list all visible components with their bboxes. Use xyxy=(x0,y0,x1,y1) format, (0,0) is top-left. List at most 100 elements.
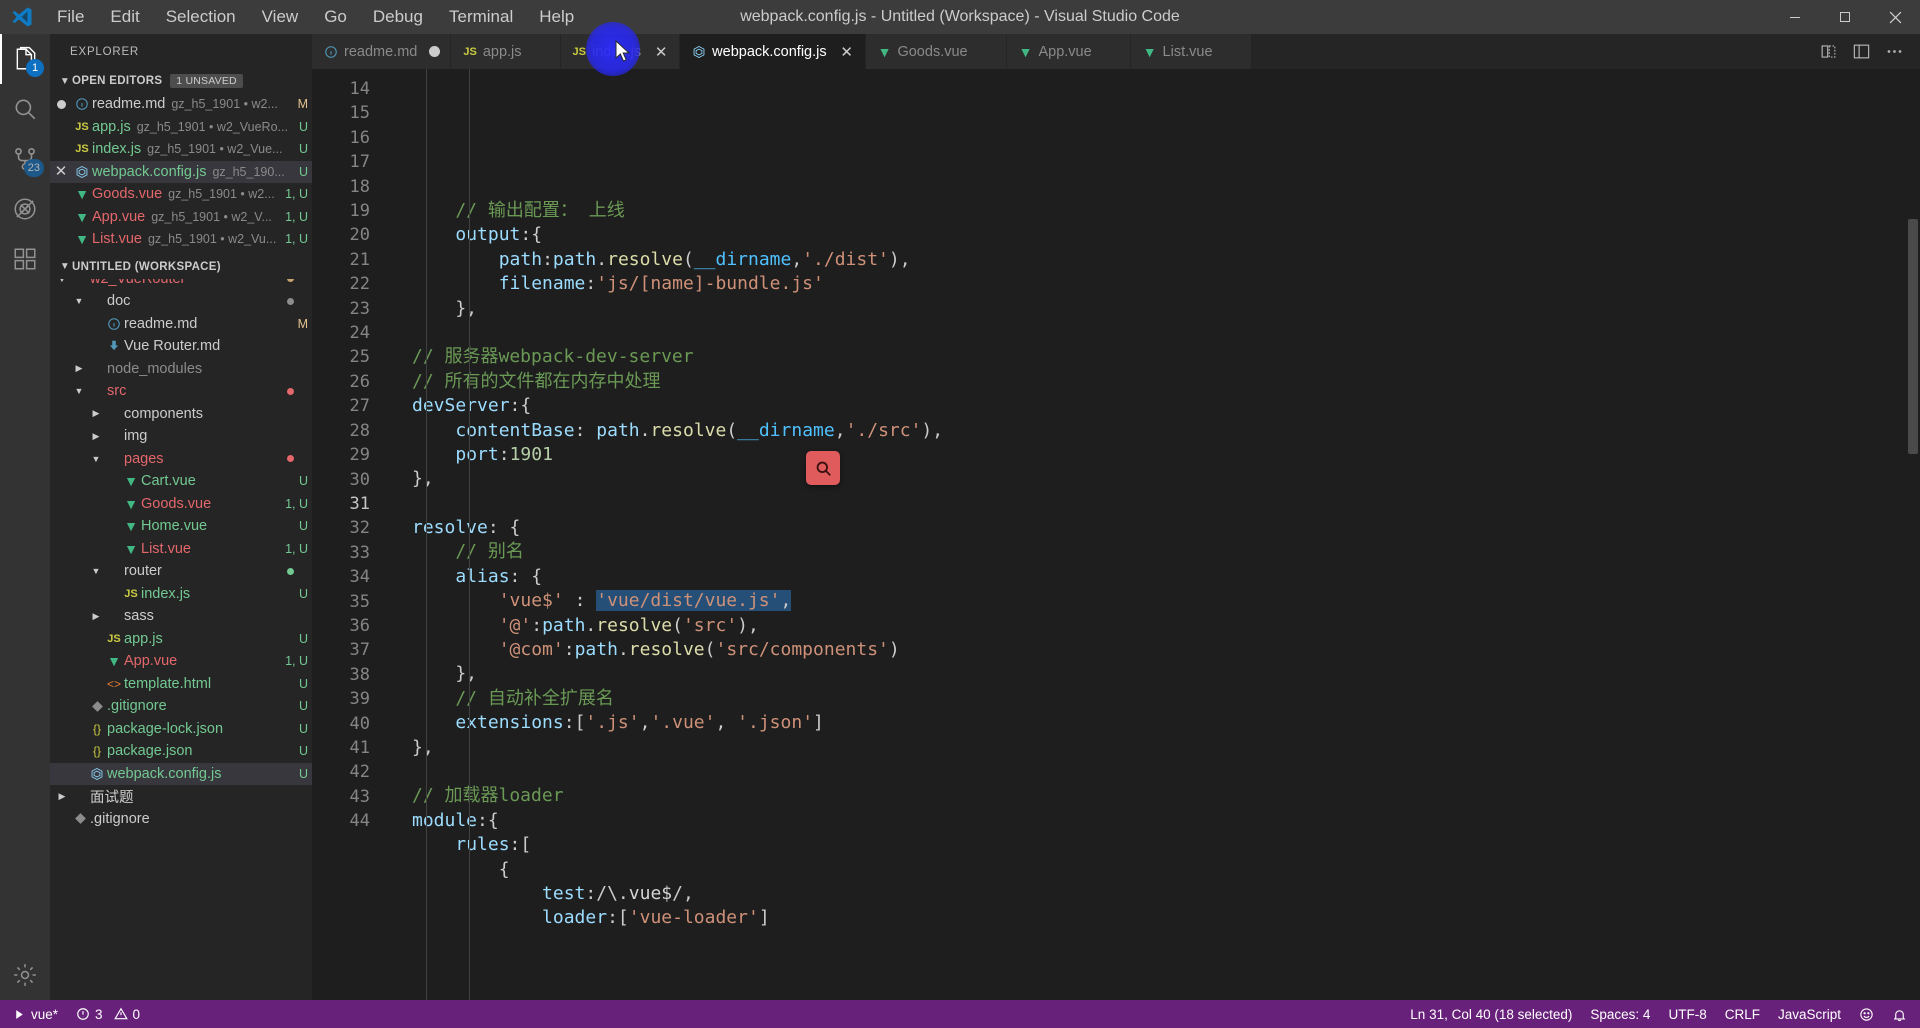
tab-List-vue[interactable]: ▼ List.vue xyxy=(1130,34,1252,69)
chevron-down-icon[interactable]: ▼ xyxy=(54,279,70,284)
menu-help[interactable]: Help xyxy=(526,0,587,34)
unsaved-dot-icon[interactable] xyxy=(50,99,72,109)
file-tree-item[interactable]: Vue Router.md xyxy=(50,335,312,358)
open-editor-item[interactable]: JS app.js gz_h5_1901 • w2_VueRo... U xyxy=(50,116,312,139)
code-line[interactable] xyxy=(412,175,1920,199)
code-line[interactable]: devServer:{ xyxy=(412,394,1920,418)
split-editor-icon[interactable] xyxy=(1819,42,1838,61)
file-tree-item[interactable]: JS index.js U xyxy=(50,583,312,606)
file-tree-item[interactable]: JS app.js U xyxy=(50,628,312,651)
code-line[interactable]: contentBase: path.resolve(__dirname,'./s… xyxy=(412,419,1920,443)
chevron-right-icon[interactable]: ▶ xyxy=(88,431,104,442)
menu-debug[interactable]: Debug xyxy=(360,0,436,34)
status-language-mode[interactable]: JavaScript xyxy=(1769,1000,1850,1028)
close-button[interactable] xyxy=(1870,0,1920,34)
file-tree-item[interactable]: ▶ img xyxy=(50,425,312,448)
tab-readme-md[interactable]: readme.md xyxy=(312,34,452,69)
file-tree-item[interactable]: ▼ w2_VueRouter xyxy=(50,278,312,291)
menu-edit[interactable]: Edit xyxy=(97,0,152,34)
activity-settings[interactable] xyxy=(0,950,50,1000)
file-tree-item[interactable]: ▶ 面试题 xyxy=(50,785,312,808)
chevron-down-icon[interactable]: ▼ xyxy=(71,296,87,306)
code-line[interactable]: }, xyxy=(412,736,1920,760)
code-line[interactable]: loader:['vue-loader'] xyxy=(412,906,1920,930)
code-line[interactable]: // 服务器webpack-dev-server xyxy=(412,345,1920,369)
code-line[interactable]: // 所有的文件都在内存中处理 xyxy=(412,370,1920,394)
status-eol[interactable]: CRLF xyxy=(1716,1000,1769,1028)
chevron-right-icon[interactable]: ▶ xyxy=(88,408,104,419)
file-tree-item[interactable]: ▼ List.vue 1, U xyxy=(50,538,312,561)
open-editor-item[interactable]: ▼ App.vue gz_h5_1901 • w2_V... 1, U xyxy=(50,206,312,229)
code-line[interactable]: output:{ xyxy=(412,223,1920,247)
file-tree-item[interactable]: ▼ App.vue 1, U xyxy=(50,650,312,673)
code-line[interactable]: // 别名 xyxy=(412,540,1920,564)
activity-debug[interactable] xyxy=(0,184,50,234)
maximize-button[interactable] xyxy=(1820,0,1870,34)
code-line[interactable]: module:{ xyxy=(412,809,1920,833)
workspace-header[interactable]: ▼ UNTITLED (WORKSPACE) xyxy=(50,255,312,279)
code-line[interactable] xyxy=(412,760,1920,784)
code-line[interactable]: extensions:['.js','.vue', '.json'] xyxy=(412,711,1920,735)
code-line[interactable]: resolve: { xyxy=(412,516,1920,540)
tab-unsaved-dot-icon[interactable] xyxy=(429,46,441,57)
open-editors-header[interactable]: ▼ OPEN EDITORS 1 UNSAVED xyxy=(50,69,312,93)
code-line[interactable]: // 输出配置： 上线 xyxy=(412,199,1920,223)
open-editor-item[interactable]: readme.md gz_h5_1901 • w2... M xyxy=(50,93,312,116)
scrollbar-thumb[interactable] xyxy=(1908,219,1918,454)
close-editor-icon[interactable]: ✕ xyxy=(50,164,72,179)
tab-index-js[interactable]: JS index.js ✕ xyxy=(560,34,681,69)
code-line[interactable]: // 加载器loader xyxy=(412,784,1920,808)
file-tree-item[interactable]: .gitignore xyxy=(50,808,312,831)
code-line[interactable]: path:path.resolve(__dirname,'./dist'), xyxy=(412,248,1920,272)
code-line[interactable]: }, xyxy=(412,662,1920,686)
file-tree-item[interactable]: .gitignore U xyxy=(50,695,312,718)
chevron-down-icon[interactable]: ▼ xyxy=(71,386,87,396)
file-tree-item[interactable]: readme.md M xyxy=(50,313,312,336)
tab-close-icon[interactable]: ✕ xyxy=(839,43,855,61)
code-line[interactable]: { xyxy=(412,858,1920,882)
file-tree-item[interactable]: webpack.config.js U xyxy=(50,762,312,785)
file-tree-item[interactable]: ▶ node_modules xyxy=(50,358,312,381)
file-tree-item[interactable]: ▶ sass xyxy=(50,605,312,628)
menu-selection[interactable]: Selection xyxy=(153,0,249,34)
open-editor-item[interactable]: JS index.js gz_h5_1901 • w2_Vue... U xyxy=(50,138,312,161)
file-tree-item[interactable]: <> template.html U xyxy=(50,673,312,696)
menu-go[interactable]: Go xyxy=(311,0,360,34)
code-line[interactable]: '@':path.resolve('src'), xyxy=(412,614,1920,638)
tab-close-icon[interactable]: ✕ xyxy=(653,43,669,61)
chevron-down-icon[interactable]: ▼ xyxy=(88,566,104,576)
tab-app-js[interactable]: JS app.js xyxy=(451,34,561,69)
tab-webpack-config-js[interactable]: webpack.config.js ✕ xyxy=(680,34,866,69)
open-editor-item[interactable]: ▼ List.vue gz_h5_1901 • w2_Vu... 1, U xyxy=(50,228,312,251)
status-errors[interactable]: 3 0 xyxy=(67,1000,149,1028)
chevron-right-icon[interactable]: ▶ xyxy=(54,791,70,802)
activity-source-control[interactable]: 23 xyxy=(0,134,50,184)
activity-search[interactable] xyxy=(0,84,50,134)
code-line[interactable]: '@com':path.resolve('src/components') xyxy=(412,638,1920,662)
find-widget-badge[interactable] xyxy=(806,451,840,485)
code-line[interactable]: // 自动补全扩展名 xyxy=(412,687,1920,711)
file-tree-item[interactable]: ▼ pages xyxy=(50,448,312,471)
open-editor-item[interactable]: ✕ webpack.config.js gz_h5_190... U xyxy=(50,160,312,183)
status-indentation[interactable]: Spaces: 4 xyxy=(1581,1000,1659,1028)
code-line[interactable]: alias: { xyxy=(412,565,1920,589)
tab-Goods-vue[interactable]: ▼ Goods.vue xyxy=(865,34,1007,69)
status-encoding[interactable]: UTF-8 xyxy=(1659,1000,1715,1028)
file-tree-item[interactable]: ▼ router xyxy=(50,560,312,583)
code-line[interactable]: rules:[ xyxy=(412,833,1920,857)
file-tree-item[interactable]: {} package.json U xyxy=(50,740,312,763)
status-feedback-smiley-icon[interactable] xyxy=(1850,1000,1883,1028)
status-cursor-position[interactable]: Ln 31, Col 40 (18 selected) xyxy=(1401,1000,1581,1028)
file-tree-item[interactable]: ▼ doc xyxy=(50,290,312,313)
chevron-right-icon[interactable]: ▶ xyxy=(88,611,104,622)
status-notifications-bell-icon[interactable] xyxy=(1883,1000,1916,1028)
file-tree-item[interactable]: ▶ components xyxy=(50,403,312,426)
file-tree-item[interactable]: {} package-lock.json U xyxy=(50,718,312,741)
chevron-down-icon[interactable]: ▼ xyxy=(88,454,104,464)
file-tree-item[interactable]: ▼ Home.vue U xyxy=(50,515,312,538)
code-line[interactable]: }, xyxy=(412,467,1920,491)
code-line[interactable] xyxy=(412,492,1920,516)
code-line[interactable]: 'vue$' : 'vue/dist/vue.js', xyxy=(412,589,1920,613)
menu-terminal[interactable]: Terminal xyxy=(436,0,526,34)
activity-extensions[interactable] xyxy=(0,234,50,284)
